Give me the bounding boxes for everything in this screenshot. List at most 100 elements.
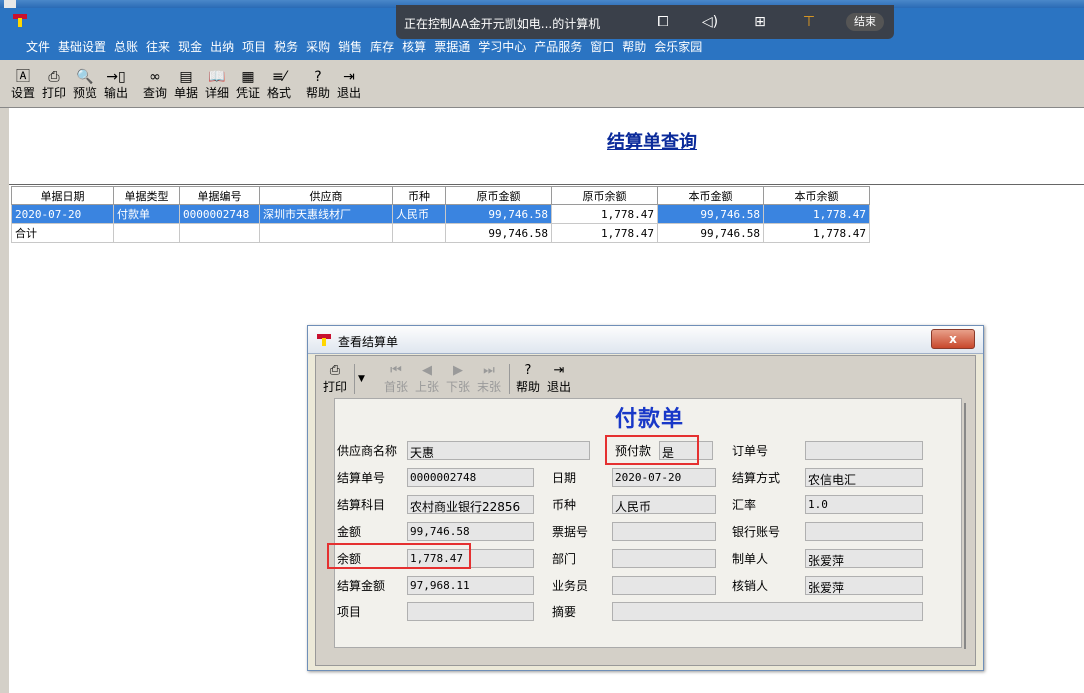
- col-local-amount[interactable]: 本币金额: [657, 186, 764, 205]
- menu-item[interactable]: 现金: [174, 38, 206, 55]
- amount-field[interactable]: 99,746.58: [407, 522, 534, 541]
- maker-label: 制单人: [732, 552, 769, 566]
- cell-local-amount[interactable]: 99,746.58: [657, 204, 764, 224]
- menu-item[interactable]: 核算: [398, 38, 430, 55]
- cell-date[interactable]: 2020-07-20: [11, 204, 114, 224]
- bank-label: 银行账号: [732, 525, 781, 539]
- supplier-field[interactable]: 天惠: [407, 441, 590, 460]
- fullscreen-icon[interactable]: ⧠: [654, 13, 672, 31]
- col-currency[interactable]: 币种: [392, 186, 446, 205]
- help-button[interactable]: ? 帮助: [305, 68, 331, 104]
- menu-item[interactable]: 会乐家园: [650, 38, 706, 55]
- date-label: 日期: [552, 471, 577, 485]
- export-label: 输出: [103, 86, 128, 100]
- project-field[interactable]: [407, 602, 534, 621]
- preview-button[interactable]: 🔍 预览: [72, 68, 98, 104]
- document-icon: ▤: [179, 69, 193, 85]
- menu-item[interactable]: 窗口: [586, 38, 618, 55]
- first-button[interactable]: ⏮ 首张: [382, 362, 410, 398]
- last-button[interactable]: ⏭ 末张: [475, 362, 503, 398]
- col-type[interactable]: 单据类型: [113, 186, 180, 205]
- close-button[interactable]: x: [931, 329, 975, 349]
- menu-item[interactable]: 税务: [270, 38, 302, 55]
- menu-item[interactable]: 票据通: [430, 38, 474, 55]
- menu-item[interactable]: 产品服务: [530, 38, 586, 55]
- cell-empty: [259, 223, 393, 243]
- col-orig-amount[interactable]: 原币金额: [445, 186, 552, 205]
- col-orig-balance[interactable]: 原币余额: [551, 186, 658, 205]
- detail-button[interactable]: 📖 详细: [204, 68, 230, 104]
- cell-type[interactable]: 付款单: [113, 204, 180, 224]
- next-button[interactable]: ▶ 下张: [444, 362, 472, 398]
- dialog-app-icon: [317, 334, 331, 346]
- end-button[interactable]: 结束: [846, 13, 884, 31]
- table-row-total[interactable]: 合计 99,746.58 1,778.47 99,746.58 1,778.47: [11, 223, 870, 243]
- dialog-exit-button[interactable]: ⇥ 退出: [545, 362, 573, 398]
- cell-orig-amount[interactable]: 99,746.58: [445, 204, 552, 224]
- help-icon: ?: [524, 363, 532, 378]
- bill-no-field[interactable]: [612, 522, 716, 541]
- export-button[interactable]: →▯ 输出: [103, 68, 129, 104]
- dialog-print-button[interactable]: ⎙ 打印: [320, 362, 350, 398]
- order-field[interactable]: [805, 441, 923, 460]
- menu-item[interactable]: 往来: [142, 38, 174, 55]
- menu-item[interactable]: 库存: [366, 38, 398, 55]
- dialog-help-button[interactable]: ? 帮助: [514, 362, 542, 398]
- cell-supplier[interactable]: 深圳市天惠线材厂: [259, 204, 393, 224]
- settle-method-field[interactable]: 农信电汇: [805, 468, 923, 487]
- cell-currency[interactable]: 人民币: [392, 204, 446, 224]
- col-date[interactable]: 单据日期: [11, 186, 114, 205]
- print-dropdown-icon[interactable]: ▼: [354, 364, 368, 394]
- menu-item[interactable]: 总账: [110, 38, 142, 55]
- pin-icon[interactable]: ⊤: [800, 13, 818, 31]
- supplier-label: 供应商名称: [337, 444, 398, 458]
- document-button[interactable]: ▤ 单据: [173, 68, 199, 104]
- cell-number[interactable]: 0000002748: [179, 204, 260, 224]
- settle-amount-field[interactable]: 97,968.11: [407, 576, 534, 595]
- order-label: 订单号: [732, 444, 769, 458]
- menu-item[interactable]: 项目: [238, 38, 270, 55]
- help-label: 帮助: [305, 86, 330, 100]
- voucher-title: 付款单: [615, 407, 685, 432]
- table-row[interactable]: 2020-07-20 付款单 0000002748 深圳市天惠线材厂 人民币 9…: [11, 204, 870, 224]
- rate-field[interactable]: 1.0: [805, 495, 923, 514]
- menu-item[interactable]: 基础设置: [54, 38, 110, 55]
- account-field[interactable]: 农村商业银行22856: [407, 495, 534, 514]
- menu-item[interactable]: 学习中心: [474, 38, 530, 55]
- writeoff-field[interactable]: 张爱萍: [805, 576, 923, 595]
- speaker-icon[interactable]: ◁): [701, 13, 719, 31]
- menu-item[interactable]: 采购: [302, 38, 334, 55]
- summary-field[interactable]: [612, 602, 923, 621]
- next-label: 下张: [445, 380, 470, 394]
- bank-field[interactable]: [805, 522, 923, 541]
- remote-control-bar: 正在控制AA金开元凯如电...的计算机 ⧠ ◁) ⊞ ⊤ 结束: [396, 5, 894, 39]
- voucher-button[interactable]: ▦ 凭证: [235, 68, 261, 104]
- col-number[interactable]: 单据编号: [179, 186, 260, 205]
- settle-no-field[interactable]: 0000002748: [407, 468, 534, 487]
- prepay-highlight: [605, 435, 699, 465]
- col-local-balance[interactable]: 本币余额: [763, 186, 870, 205]
- menu-item[interactable]: 出纳: [206, 38, 238, 55]
- settings-button[interactable]: 🄰 设置: [10, 68, 36, 104]
- print-button[interactable]: ⎙ 打印: [41, 68, 67, 104]
- cell-orig-balance[interactable]: 1,778.47: [551, 204, 658, 224]
- menu-item[interactable]: 文件: [22, 38, 54, 55]
- toolbar-separator: [509, 364, 510, 394]
- cell-local-balance[interactable]: 1,778.47: [763, 204, 870, 224]
- date-field[interactable]: 2020-07-20: [612, 468, 716, 487]
- next-icon: ▶: [453, 363, 463, 378]
- menu-item[interactable]: 销售: [334, 38, 366, 55]
- menu-item[interactable]: 帮助: [618, 38, 650, 55]
- report-title: 结算单查询: [607, 132, 697, 153]
- salesman-field[interactable]: [612, 576, 716, 595]
- prev-button[interactable]: ◀ 上张: [413, 362, 441, 398]
- format-button[interactable]: ≡⁄ 格式: [266, 68, 292, 104]
- dept-field[interactable]: [612, 549, 716, 568]
- window-icon[interactable]: ⊞: [751, 13, 769, 31]
- maker-field[interactable]: 张爱萍: [805, 549, 923, 568]
- currency-field[interactable]: 人民币: [612, 495, 716, 514]
- dialog-titlebar[interactable]: 查看结算单 x: [308, 326, 983, 354]
- query-button[interactable]: ∞ 查询: [142, 68, 168, 104]
- exit-button[interactable]: ⇥ 退出: [336, 68, 362, 104]
- col-supplier[interactable]: 供应商: [259, 186, 393, 205]
